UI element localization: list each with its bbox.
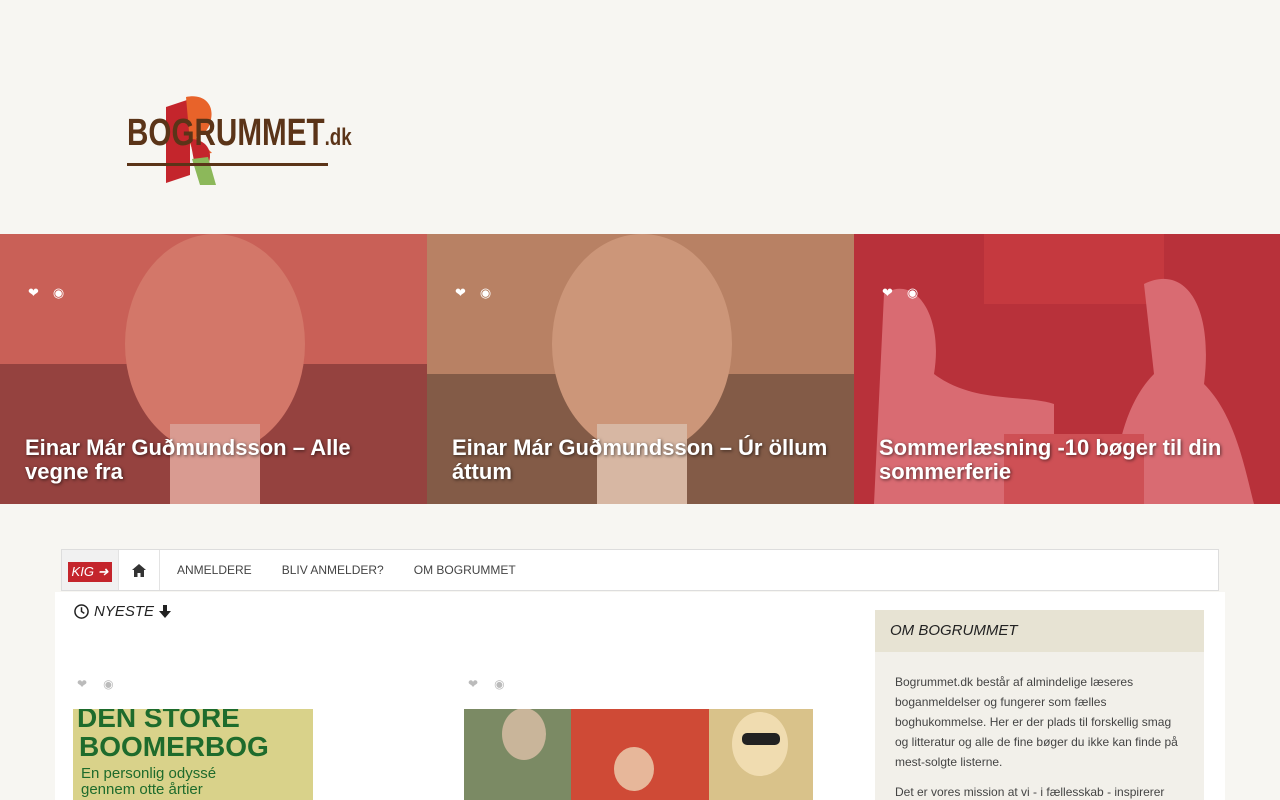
featured-slider: ❤ ◉ Einar Már Guðmundsson – Alle vegne f…: [0, 234, 1280, 504]
logo-suffix: .dk: [324, 124, 352, 151]
nav-item-bliv-anmelder[interactable]: BLIV ANMELDER?: [282, 563, 384, 577]
nav-item-anmeldere[interactable]: ANMELDERE: [177, 563, 252, 577]
heart-icon[interactable]: ❤: [28, 286, 39, 300]
main-navigation: KIG ➜ ANMELDERE BLIV ANMELDER? OM BOGRUM…: [61, 549, 1219, 591]
eye-icon[interactable]: ◉: [480, 286, 491, 300]
post-thumbnail[interactable]: DEN STORE BOOMERBOG En personlig odyssé …: [73, 709, 313, 800]
kig-label: KIG: [71, 564, 94, 579]
slide-title[interactable]: Sommerlæsning -10 bøger til din sommerfe…: [879, 436, 1260, 484]
post-thumbnail[interactable]: [464, 709, 813, 800]
kig-badge: KIG ➜: [67, 562, 113, 582]
heart-icon[interactable]: ❤: [77, 677, 87, 691]
eye-icon[interactable]: ◉: [494, 677, 504, 691]
slide-meta-icons: ❤ ◉: [455, 286, 491, 300]
featured-slide[interactable]: ❤ ◉ Einar Már Guðmundsson – Úr öllum átt…: [427, 234, 854, 504]
featured-slide[interactable]: ❤ ◉ Sommerlæsning -10 bøger til din somm…: [854, 234, 1280, 504]
slide-meta-icons: ❤ ◉: [882, 286, 918, 300]
nav-item-om-bogrummet[interactable]: OM BOGRUMMET: [414, 563, 516, 577]
home-button[interactable]: [119, 550, 160, 590]
slide-title[interactable]: Einar Már Guðmundsson – Alle vegne fra: [25, 436, 407, 484]
site-header: BOGRUMMET.dk: [0, 0, 1280, 234]
heart-icon[interactable]: ❤: [468, 677, 478, 691]
logo-text: BOGRUMMET: [127, 112, 325, 154]
clock-icon: [74, 604, 89, 619]
cover-title-line: DEN STORE: [77, 709, 240, 733]
widget-paragraph: Det er vores mission at vi - i fællesska…: [895, 785, 1165, 799]
slide-title[interactable]: Einar Már Guðmundsson – Úr öllum áttum: [452, 436, 834, 484]
arrow-right-icon: ➜: [97, 564, 109, 579]
eye-icon[interactable]: ◉: [53, 286, 64, 300]
widget-title: OM BOGRUMMET: [875, 610, 1204, 652]
cover-subtitle-line: En personlig odyssé: [81, 765, 217, 782]
heart-icon[interactable]: ❤: [882, 286, 893, 300]
home-icon: [132, 563, 146, 577]
widget-paragraph: Bogrummet.dk består af almindelige læser…: [895, 675, 1178, 769]
kig-menu-toggle[interactable]: KIG ➜: [62, 550, 119, 590]
cover-title-line: BOOMERBOG: [79, 731, 269, 762]
heart-icon[interactable]: ❤: [455, 286, 466, 300]
widget-body: Bogrummet.dk består af almindelige læser…: [875, 652, 1204, 800]
post-meta-icons: ❤ ◉: [77, 677, 114, 691]
logo-wordmark[interactable]: BOGRUMMET.dk: [127, 112, 352, 155]
slide-meta-icons: ❤ ◉: [28, 286, 64, 300]
post-thumbnail-image: [464, 709, 813, 800]
section-label: NYESTE: [94, 603, 155, 620]
logo-underline: [127, 163, 328, 166]
eye-icon[interactable]: ◉: [103, 677, 113, 691]
post-meta-icons: ❤ ◉: [468, 677, 505, 691]
cover-subtitle-line: gennem otte årtier: [81, 781, 203, 798]
eye-icon[interactable]: ◉: [907, 286, 918, 300]
section-heading-nyeste: NYESTE: [74, 603, 172, 620]
arrow-down-icon: [159, 605, 172, 618]
featured-slide[interactable]: ❤ ◉ Einar Már Guðmundsson – Alle vegne f…: [0, 234, 427, 504]
